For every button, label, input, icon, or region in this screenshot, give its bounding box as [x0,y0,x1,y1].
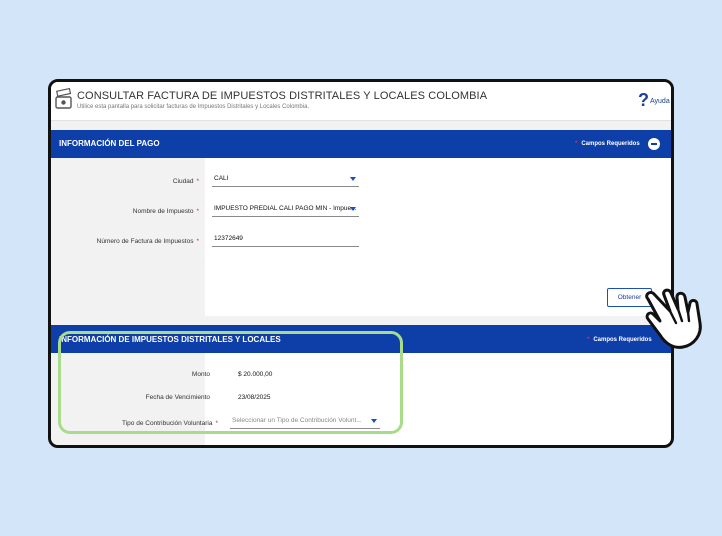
tax-invoice-icon [55,88,72,109]
section-separator [51,316,671,325]
page-subtitle: Utilice esta pantalla para solicitar fac… [77,104,310,110]
tax-name-label: Nombre de Impuesto * [132,208,199,215]
payment-required-note: * Campos Requeridos [575,141,640,147]
invoice-number-input[interactable]: 12372649 [212,232,359,247]
chevron-down-icon [350,177,356,181]
help-link[interactable]: Ayuda [650,98,670,105]
pointing-hand-icon [645,288,702,349]
highlight-outline [58,331,403,434]
required-asterisk-icon: * [587,337,590,343]
payment-section-header: INFORMACIÓN DEL PAGO * Campos Requeridos [51,130,671,158]
city-select[interactable]: CALI [212,172,359,187]
city-label: Ciudad * [172,178,199,185]
header-separator [51,121,671,130]
collapse-section-icon[interactable] [648,138,660,150]
payment-section-title: INFORMACIÓN DEL PAGO [59,139,160,148]
page-title: CONSULTAR FACTURA DE IMPUESTOS DISTRITAL… [77,90,488,102]
help-icon[interactable]: ? [638,90,649,111]
tax-name-select[interactable]: IMPUESTO PREDIAL CALI PAGO MIN - Impue..… [212,202,359,217]
chevron-down-icon [350,207,356,211]
page-header: CONSULTAR FACTURA DE IMPUESTOS DISTRITAL… [51,82,671,121]
invoice-number-label: Número de Factura de Impuestos * [96,238,199,245]
required-label: Campos Requeridos [581,141,640,147]
required-asterisk-icon: * [575,141,578,147]
